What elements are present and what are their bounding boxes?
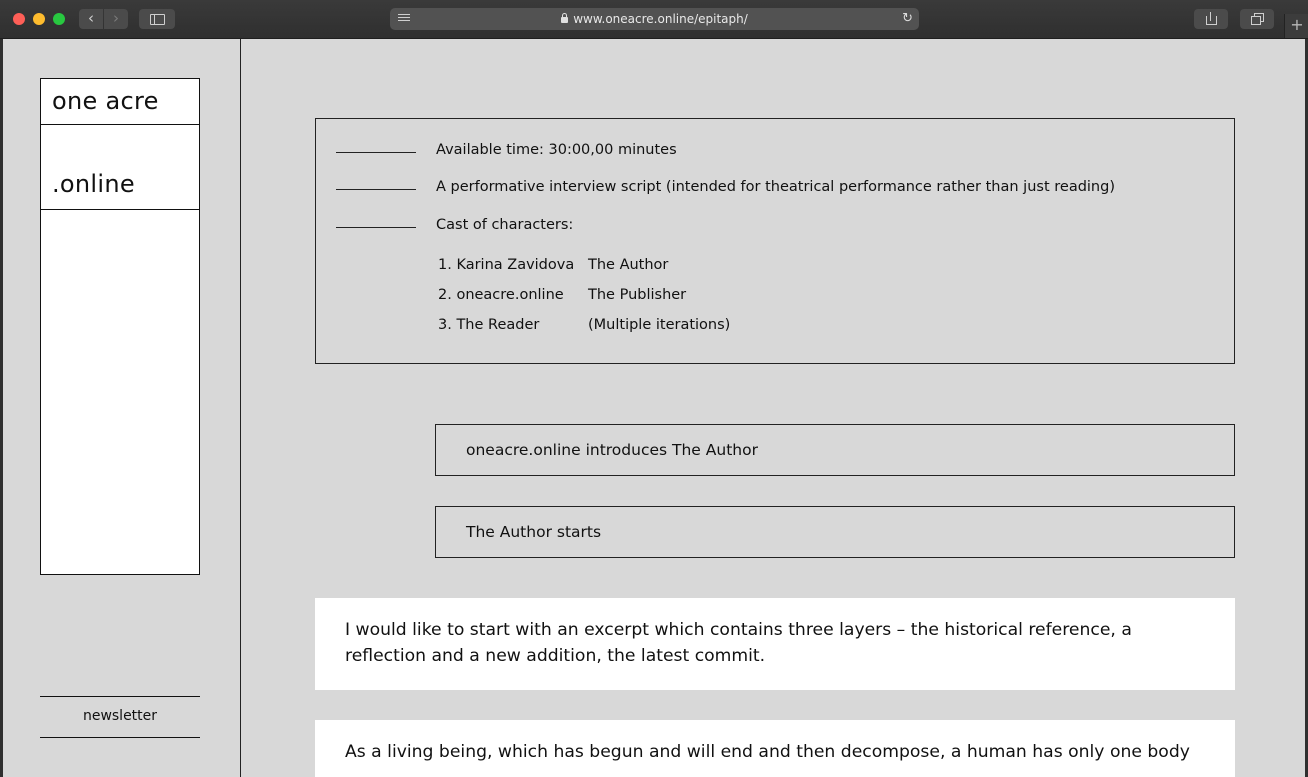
chevron-right-icon: › xyxy=(113,9,119,27)
site-logo[interactable]: one acre .online xyxy=(40,78,200,575)
dialogue-card: As a living being, which has begun and w… xyxy=(315,720,1235,777)
row-rule xyxy=(336,152,416,153)
zoom-window-button[interactable] xyxy=(53,13,65,25)
reload-icon[interactable]: ↻ xyxy=(902,11,913,26)
stage-direction-text: oneacre.online introduces The Author xyxy=(466,441,758,459)
forward-button[interactable]: › xyxy=(104,9,128,29)
cast-role: The Author xyxy=(588,257,669,273)
info-row-cast: Cast of characters: xyxy=(316,217,1234,237)
logo-line-2: .online xyxy=(52,170,135,198)
row-rule xyxy=(336,227,416,228)
show-tabs-button[interactable] xyxy=(1240,9,1274,29)
info-row-description: A performative interview script (intende… xyxy=(316,179,1234,199)
logo-line-1: one acre xyxy=(52,87,159,115)
cast-heading: Cast of characters: xyxy=(436,217,574,233)
lock-icon xyxy=(561,13,569,23)
dialogue-text: I would like to start with an excerpt wh… xyxy=(345,620,1132,666)
stage-direction: oneacre.online introduces The Author xyxy=(435,424,1235,476)
dialogue-text: As a living being, which has begun and w… xyxy=(345,742,1190,762)
url-display[interactable]: www.oneacre.online/epitaph/ xyxy=(390,12,919,26)
cast-name: 2. oneacre.online xyxy=(438,287,564,303)
address-bar[interactable]: www.oneacre.online/epitaph/ ↻ xyxy=(390,8,919,30)
sidebar-icon xyxy=(150,14,165,25)
logo-top-cell: one acre xyxy=(41,79,199,125)
cast-name: 3. The Reader xyxy=(438,317,540,333)
browser-toolbar: ‹ › www.oneacre.online/epitaph/ ↻ + xyxy=(0,0,1308,39)
cast-name: 1. Karina Zavidova xyxy=(438,257,575,273)
plus-icon: + xyxy=(1290,15,1304,34)
script-info-panel: Available time: 30:00,00 minutes A perfo… xyxy=(315,118,1235,364)
show-sidebar-button[interactable] xyxy=(139,9,175,29)
dialogue-card: I would like to start with an excerpt wh… xyxy=(315,598,1235,690)
info-row-time: Available time: 30:00,00 minutes xyxy=(316,142,1234,162)
newsletter-link[interactable]: newsletter xyxy=(40,696,200,738)
cast-role: (Multiple iterations) xyxy=(588,317,731,333)
stage-direction: The Author starts xyxy=(435,506,1235,558)
share-button[interactable] xyxy=(1194,9,1228,29)
window-edge-left xyxy=(0,39,3,777)
minimize-window-button[interactable] xyxy=(33,13,45,25)
url-text: www.oneacre.online/epitaph/ xyxy=(573,12,748,26)
chevron-left-icon: ‹ xyxy=(88,9,94,27)
share-icon xyxy=(1206,16,1217,25)
close-window-button[interactable] xyxy=(13,13,25,25)
sidebar-divider xyxy=(240,39,241,777)
stage-direction-text: The Author starts xyxy=(466,523,602,541)
new-tab-button[interactable]: + xyxy=(1284,14,1308,38)
logo-middle-cell: .online xyxy=(41,125,199,210)
back-button[interactable]: ‹ xyxy=(79,9,103,29)
available-time: Available time: 30:00,00 minutes xyxy=(436,142,677,158)
script-description: A performative interview script (intende… xyxy=(436,179,1115,195)
row-rule xyxy=(336,189,416,190)
cast-role: The Publisher xyxy=(588,287,687,303)
